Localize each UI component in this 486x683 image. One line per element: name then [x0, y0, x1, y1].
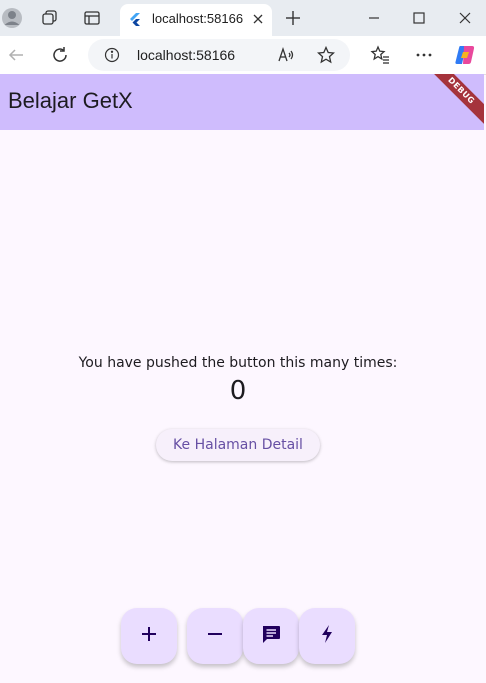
read-aloud-icon[interactable] [277, 46, 295, 64]
favorites-icon[interactable] [368, 43, 392, 67]
decrement-button[interactable] [187, 608, 243, 664]
address-bar[interactable]: localhost:58166 [88, 39, 350, 71]
address-toolbar: localhost:58166 [0, 36, 486, 75]
profile-icon[interactable] [0, 6, 24, 30]
flutter-icon [128, 12, 142, 26]
message-button[interactable] [243, 608, 299, 664]
maximize-icon[interactable] [407, 6, 431, 30]
tab-localhost[interactable]: localhost:58166 [120, 4, 272, 36]
app-body: You have pushed the button this many tim… [0, 130, 484, 683]
vertical-tabs-icon[interactable] [80, 6, 104, 30]
site-info-icon[interactable] [104, 47, 120, 63]
back-icon[interactable] [4, 43, 28, 67]
detail-page-button[interactable]: Ke Halaman Detail [156, 429, 320, 461]
tab-strip: localhost:58166 [0, 0, 486, 36]
more-icon[interactable] [412, 43, 436, 67]
address-url: localhost:58166 [137, 47, 236, 63]
tab-close-icon[interactable] [250, 11, 266, 27]
copilot-icon[interactable] [453, 43, 477, 67]
counter-label: You have pushed the button this many tim… [78, 355, 398, 371]
workspaces-icon[interactable] [38, 6, 62, 30]
browser-window: localhost:58166 localhost:58166 Belajar … [0, 0, 486, 683]
debug-banner: DEBUG [424, 74, 484, 128]
counter-value: 0 [229, 376, 247, 406]
refresh-icon[interactable] [48, 43, 72, 67]
flash-icon [318, 624, 336, 649]
app-bar: Belajar GetX DEBUG [0, 74, 484, 130]
new-tab-icon[interactable] [281, 6, 305, 30]
increment-button[interactable] [121, 608, 177, 664]
favorite-star-icon[interactable] [317, 46, 335, 64]
add-icon [140, 625, 158, 648]
minimize-icon[interactable] [362, 6, 386, 30]
close-icon[interactable] [453, 6, 477, 30]
remove-icon [206, 625, 224, 648]
tab-title: localhost:58166 [152, 11, 244, 26]
message-icon [260, 623, 282, 650]
app-title: Belajar GetX [8, 88, 133, 113]
flash-button[interactable] [299, 608, 355, 664]
